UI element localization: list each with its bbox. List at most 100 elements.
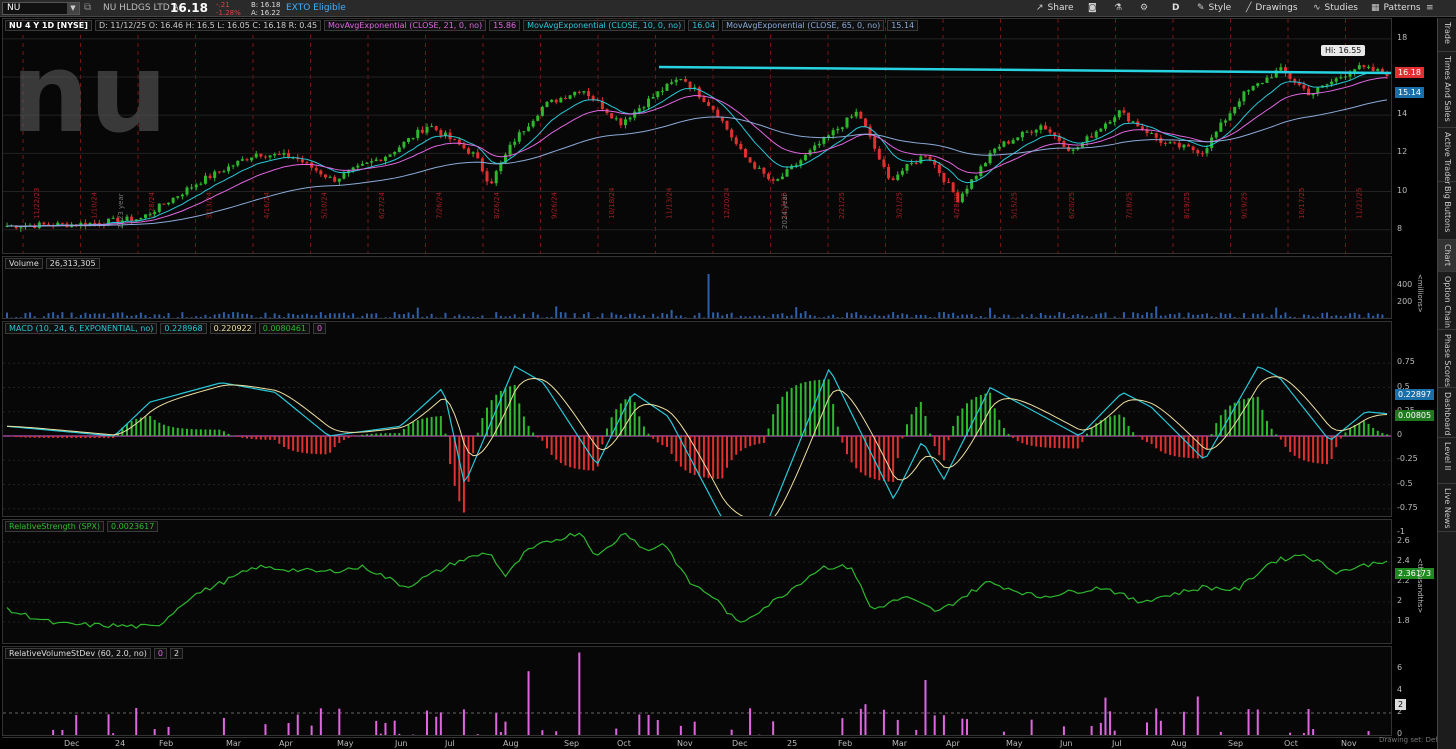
- share-button[interactable]: ↗ Share: [1036, 2, 1074, 15]
- candle-body: [213, 171, 217, 179]
- relative-strength-panel[interactable]: RelativeStrength (SPX) 0.0023617: [2, 519, 1392, 644]
- volume-bar: [970, 314, 973, 318]
- macd-histogram-bar: [149, 415, 152, 436]
- volume-bar: [61, 312, 64, 318]
- rvs-bar: [495, 713, 498, 735]
- macd-histogram-bar: [135, 418, 138, 436]
- link-icon[interactable]: ⧉: [84, 2, 91, 13]
- volume-bar: [892, 312, 895, 318]
- macd-histogram-bar: [1372, 427, 1375, 436]
- year-marker-label: 2024 year: [781, 193, 789, 229]
- macd-histogram-bar: [859, 436, 862, 473]
- sidebar-tab-option-chain[interactable]: Option Chain: [1438, 272, 1456, 330]
- volume-bar: [924, 315, 927, 318]
- sidebar-tab-chart[interactable]: Chart: [1438, 240, 1456, 272]
- candle-body: [1177, 142, 1181, 148]
- candle-body: [628, 117, 632, 120]
- volume-axis[interactable]: 400 200: [1393, 256, 1437, 319]
- style-button[interactable]: ✎ Style: [1197, 2, 1231, 15]
- ema65-label[interactable]: MovAvgExponential (CLOSE, 65, 0, no): [722, 20, 885, 31]
- rvs-bar: [135, 708, 138, 735]
- macd-histogram-bar: [989, 392, 992, 436]
- ema10-label[interactable]: MovAvgExponential (CLOSE, 10, 0, no): [523, 20, 686, 31]
- rvs-bar: [1155, 708, 1158, 735]
- rs-title: RelativeStrength (SPX): [5, 521, 105, 532]
- candle-body: [1339, 77, 1343, 79]
- rs-axis[interactable]: 2.6 2.4 2.2 2 1.8: [1393, 519, 1437, 644]
- rvs-axis[interactable]: 6420: [1393, 646, 1437, 738]
- sidebar-tab-trade[interactable]: Trade: [1438, 18, 1456, 52]
- rvs-bar: [638, 714, 641, 735]
- macd-histogram-bar: [361, 434, 364, 436]
- candle-body: [240, 159, 244, 161]
- volume-bar: [19, 317, 22, 318]
- volume-bar: [352, 313, 355, 318]
- macd-histogram-bar: [726, 436, 728, 468]
- drawings-button[interactable]: ╱ Drawings: [1246, 2, 1298, 15]
- price-panel[interactable]: nu 11/22/23 1/10/24 2/28/24 3/13/24 4/16/24 5/…: [2, 18, 1392, 254]
- candle-body: [153, 211, 157, 215]
- candle-body: [614, 118, 618, 120]
- time-axis[interactable]: Dec 24 Feb Mar Apr May Jun Jul Aug Sep Oct Nov Dec 25…: [2, 737, 1392, 749]
- candle-body: [1330, 81, 1334, 85]
- ema21-label[interactable]: MovAvgExponential (CLOSE, 21, 0, no): [324, 20, 487, 31]
- flask-icon: ⚗: [1114, 3, 1123, 13]
- candle-body: [517, 132, 521, 142]
- relative-volume-panel[interactable]: RelativeVolumeStDev (60, 2.0, no) 0 2: [2, 646, 1392, 736]
- candle-body: [873, 136, 877, 149]
- candle-body: [1131, 121, 1135, 123]
- macd-histogram-bar: [1307, 436, 1310, 462]
- volume-bar: [1002, 314, 1005, 318]
- candle-body: [1140, 126, 1144, 130]
- price-axis[interactable]: 18161412108: [1393, 18, 1437, 254]
- macd-histogram-bar: [1127, 425, 1130, 436]
- volume-bar: [167, 312, 170, 318]
- candle-body: [1376, 69, 1380, 71]
- candle-body: [273, 153, 277, 156]
- macd-panel[interactable]: MACD (10, 24, 6, EXPONENTIAL, no) 0.2289…: [2, 321, 1392, 517]
- volume-bar: [1021, 314, 1024, 318]
- sidebar-tab-phase-scores[interactable]: Phase Scores: [1438, 330, 1456, 388]
- volume-bar: [1215, 317, 1218, 318]
- menu-button[interactable]: ≡: [1426, 2, 1438, 15]
- candle-body: [254, 153, 258, 158]
- flask-button[interactable]: ⚗: [1114, 2, 1126, 15]
- volume-bar: [153, 314, 156, 318]
- exto-eligible-link[interactable]: EXTO Eligible: [286, 3, 346, 13]
- macd-histogram-bar: [555, 436, 558, 460]
- patterns-button[interactable]: ▦ Patterns: [1371, 2, 1421, 15]
- macd-histogram-bar: [310, 436, 313, 454]
- sidebar-tab-big-buttons[interactable]: Big Buttons: [1438, 182, 1456, 240]
- period-button[interactable]: D: [1172, 2, 1179, 15]
- rotated-date-label: 5/10/24: [321, 191, 329, 219]
- pencil-icon: ╱: [1246, 3, 1252, 13]
- time-axis-label: Nov: [1341, 739, 1357, 748]
- macd-histogram-bar: [1187, 436, 1190, 458]
- sidebar-tab-times-and-sales[interactable]: Times And Sales: [1438, 52, 1456, 128]
- volume-bar: [250, 315, 253, 318]
- volume-bar: [1261, 313, 1264, 318]
- volume-bar: [504, 316, 507, 318]
- sidebar-tab-live-news[interactable]: Live News: [1438, 484, 1456, 532]
- symbol-input[interactable]: NU ▼: [2, 2, 80, 15]
- sidebar-tab-level-ii[interactable]: Level II: [1438, 438, 1456, 484]
- volume-bar: [33, 316, 36, 318]
- volume-value: 26,313,305: [45, 258, 100, 269]
- volume-bar: [1104, 312, 1107, 318]
- settings-button[interactable]: ⚙: [1140, 2, 1152, 15]
- volume-bar: [1358, 314, 1361, 318]
- snapshot-button[interactable]: ◙: [1088, 2, 1101, 15]
- sidebar-tab-dashboard[interactable]: Dashboard: [1438, 388, 1456, 438]
- rvs-panel-header: RelativeVolumeStDev (60, 2.0, no) 0 2: [5, 648, 184, 659]
- candle-body: [905, 164, 909, 171]
- macd-histogram-bar: [172, 427, 175, 436]
- macd-histogram-bar: [366, 434, 368, 436]
- macd-histogram-bar: [204, 429, 207, 436]
- chevron-down-icon[interactable]: ▼: [67, 3, 79, 14]
- studies-button[interactable]: ∿ Studies: [1313, 2, 1358, 15]
- volume-bar: [578, 317, 581, 318]
- volume-panel[interactable]: Volume 26,313,305: [2, 256, 1392, 319]
- sidebar-tab-active-trader[interactable]: Active Trader: [1438, 128, 1456, 184]
- macd-histogram-bar: [375, 433, 378, 436]
- last-price: 16.18: [170, 1, 208, 15]
